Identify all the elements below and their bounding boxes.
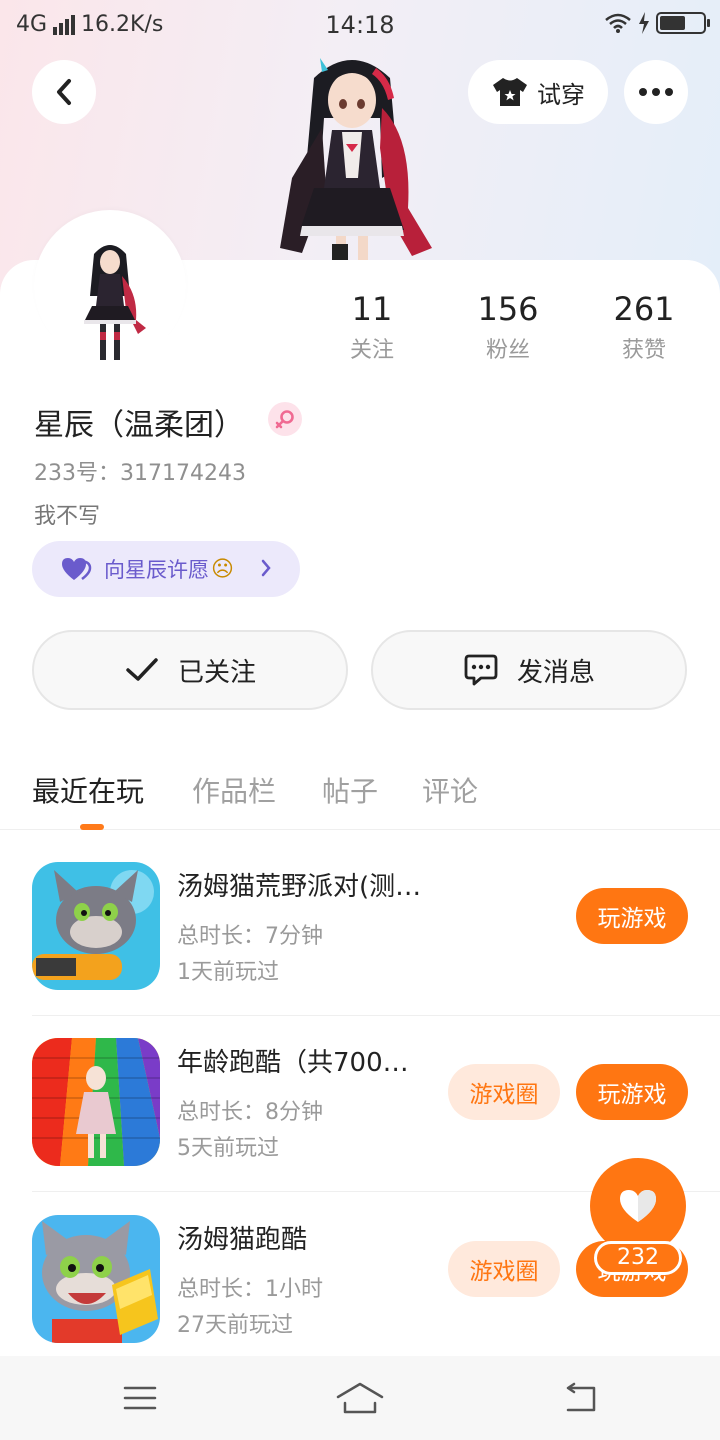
user-id: 233号：317174243 <box>34 461 246 486</box>
talking-tom-game-image <box>32 862 160 990</box>
game-last-played: 5天前玩过 <box>177 1136 279 1161</box>
game-icon-age-parkour[interactable] <box>32 1038 160 1166</box>
frown-emoji-icon: ☹ <box>211 556 234 582</box>
game-title: 汤姆猫跑酷 <box>177 1225 308 1255</box>
tab-comments[interactable]: 评论 <box>422 770 478 810</box>
game-title: 汤姆猫荒野派对(测试服) <box>177 872 429 902</box>
menu-icon <box>123 1386 157 1410</box>
heart-icon <box>620 1190 656 1222</box>
like-count-badge: 232 <box>594 1241 682 1275</box>
game-circle-button[interactable]: 游戏圈 <box>448 1064 560 1120</box>
profile-bio: 我不写 <box>34 504 101 529</box>
chat-bubble-icon <box>464 654 498 686</box>
game-circle-button[interactable]: 游戏圈 <box>448 1241 560 1297</box>
status-right <box>604 12 710 34</box>
game-last-played: 27天前玩过 <box>177 1313 293 1338</box>
battery-icon <box>656 12 710 34</box>
send-message-button[interactable]: 发消息 <box>371 630 687 710</box>
more-dots-icon <box>639 88 647 96</box>
game-title: 年龄跑酷（共700… <box>177 1048 409 1078</box>
stat-following-value: 11 <box>351 290 393 328</box>
status-bar: 4G 16.2K/s 14:18 <box>0 0 720 50</box>
home-button[interactable] <box>330 1376 390 1420</box>
female-gender-icon <box>268 402 302 436</box>
more-button[interactable] <box>624 60 688 124</box>
profile-name: 星辰（温柔团） <box>34 408 244 443</box>
play-game-button[interactable]: 玩游戏 <box>576 888 688 944</box>
tshirt-icon <box>493 78 527 106</box>
tab-recently-played[interactable]: 最近在玩 <box>32 770 144 810</box>
tab-works[interactable]: 作品栏 <box>192 770 276 810</box>
stat-likes-value: 261 <box>613 290 675 328</box>
tab-posts[interactable]: 帖子 <box>322 770 378 810</box>
stat-fans-value: 156 <box>477 290 539 328</box>
stat-likes[interactable]: 261 获赞 <box>584 290 704 364</box>
character-figure-image <box>280 58 432 262</box>
wifi-icon <box>605 13 631 33</box>
tom-gold-run-game-image <box>32 1215 160 1343</box>
wish-button[interactable]: 向星辰许愿 ☹ <box>32 541 300 597</box>
wish-label: 向星辰许愿 <box>104 558 209 582</box>
try-on-label: 试穿 <box>537 80 585 109</box>
profile-tabs: 最近在玩 作品栏 帖子 评论 <box>0 760 720 830</box>
game-row[interactable]: 汤姆猫荒野派对(测试服) 总时长：7分钟 1天前玩过 玩游戏 <box>0 840 720 1016</box>
stat-likes-label: 获赞 <box>621 338 666 363</box>
like-button[interactable] <box>590 1158 686 1254</box>
play-game-button[interactable]: 玩游戏 <box>576 1064 688 1120</box>
try-on-button[interactable]: 试穿 <box>468 60 608 124</box>
check-icon <box>126 658 158 681</box>
stat-fans-label: 粉丝 <box>485 338 530 363</box>
heart-icon <box>62 558 92 580</box>
home-icon <box>336 1382 384 1414</box>
more-dot <box>652 88 660 96</box>
active-tab-indicator <box>80 824 104 830</box>
system-navigation-bar <box>0 1356 720 1440</box>
game-duration: 总时长：8分钟 <box>177 1100 323 1125</box>
game-icon-tom-gold-run[interactable] <box>32 1215 160 1343</box>
message-label: 发消息 <box>516 657 595 688</box>
charging-icon <box>639 12 649 34</box>
more-dot <box>665 88 673 96</box>
back-button[interactable] <box>32 60 96 124</box>
follow-button[interactable]: 已关注 <box>32 630 348 710</box>
game-duration: 总时长：7分钟 <box>177 924 323 949</box>
back-arrow-icon <box>566 1382 596 1412</box>
game-last-played: 1天前玩过 <box>177 960 279 985</box>
chevron-left-icon <box>57 79 71 105</box>
chevron-right-icon <box>261 559 271 577</box>
stat-fans[interactable]: 156 粉丝 <box>448 290 568 364</box>
avatar[interactable] <box>34 210 186 362</box>
back-nav-button[interactable] <box>550 1376 610 1420</box>
menu-button[interactable] <box>110 1376 170 1420</box>
game-icon-tom-wild-party[interactable] <box>32 862 160 990</box>
stat-following[interactable]: 11 关注 <box>312 290 432 364</box>
age-parkour-game-image <box>32 1038 160 1166</box>
stat-following-label: 关注 <box>349 338 394 363</box>
avatar-character-image <box>84 245 146 360</box>
follow-label: 已关注 <box>177 657 256 688</box>
female-symbol-icon <box>275 410 294 429</box>
game-duration: 总时长：1小时 <box>177 1277 323 1302</box>
